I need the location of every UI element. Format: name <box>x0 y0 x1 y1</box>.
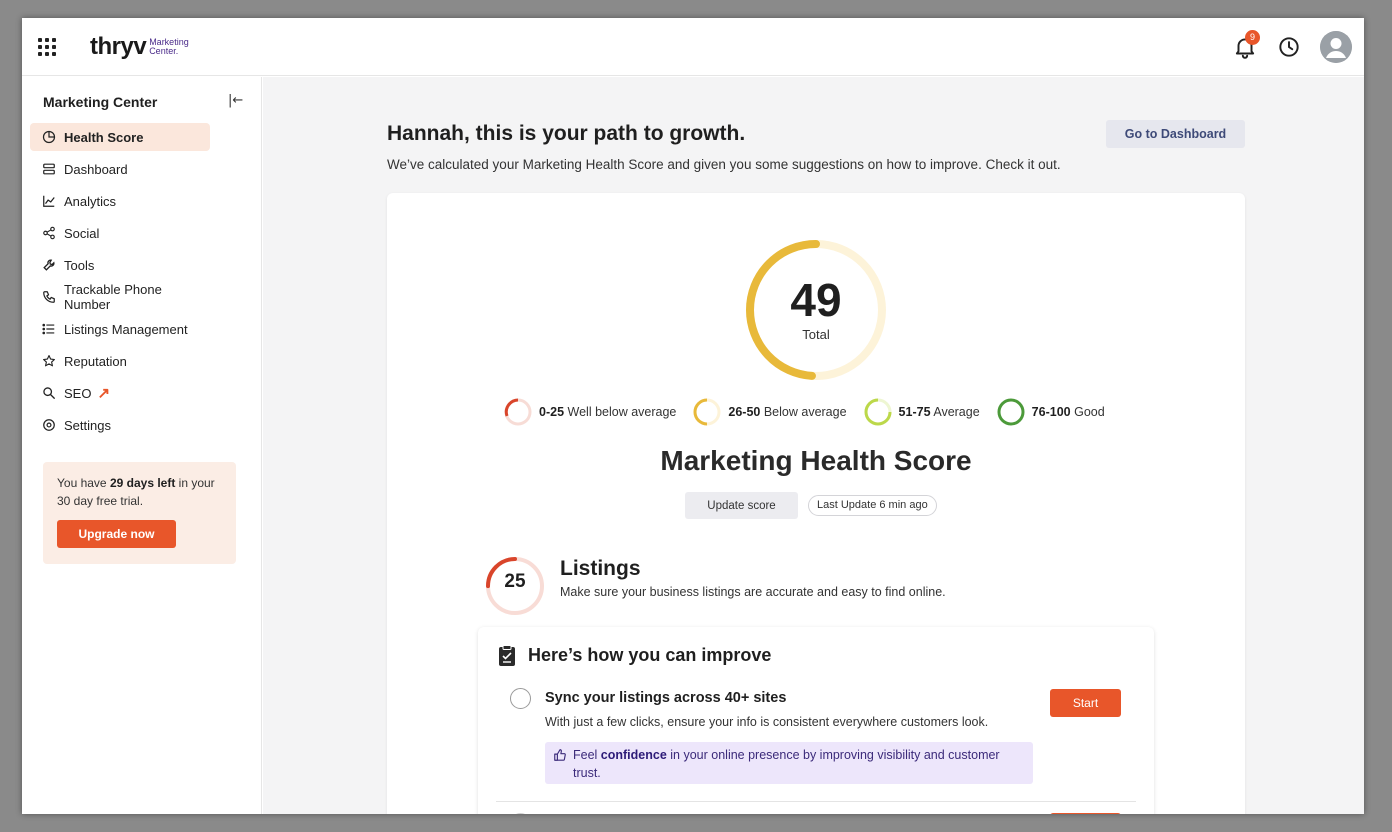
sidebar-item-settings[interactable]: Settings <box>30 411 210 439</box>
sidebar: Marketing Center |← Health Score Dashboa… <box>22 77 262 814</box>
sidebar-item-label: Tools <box>64 257 95 273</box>
start-task-button[interactable]: Start <box>1050 689 1121 717</box>
legend-ring-green <box>997 398 1025 426</box>
trial-banner: You have 29 days left in your 30 day fre… <box>43 462 236 564</box>
sidebar-item-dashboard[interactable]: Dashboard <box>30 155 210 183</box>
task-title: Sync your listings across 40+ sites <box>545 690 787 706</box>
clock-icon <box>1279 37 1299 57</box>
task-description: With just a few clicks, ensure your info… <box>545 715 989 729</box>
app-window: thryv Marketing Center. 9 Marketing Cent… <box>22 18 1364 814</box>
wrench-icon <box>42 258 56 272</box>
page-title: Hannah, this is your path to growth. <box>387 122 746 145</box>
upgrade-now-button[interactable]: Upgrade now <box>57 520 176 548</box>
app-grid-icon[interactable] <box>38 38 56 56</box>
pie-chart-icon <box>42 130 56 144</box>
user-icon <box>1320 31 1352 63</box>
sidebar-nav: Health Score Dashboard Analytics Social … <box>30 123 254 443</box>
sidebar-item-label: Social <box>64 225 100 241</box>
line-chart-icon <box>42 194 56 208</box>
stack-icon <box>42 162 56 176</box>
list-icon <box>42 322 56 336</box>
gear-icon <box>42 418 56 432</box>
sidebar-item-label: Trackable Phone Number <box>64 282 162 312</box>
sidebar-item-label: SEO <box>64 385 92 401</box>
next-start-button[interactable] <box>1050 813 1121 814</box>
top-bar: thryv Marketing Center. 9 <box>22 18 1364 76</box>
top-actions: 9 <box>1232 30 1352 64</box>
listings-subtitle: Make sure your business listings are acc… <box>560 585 946 599</box>
trending-arrow-icon: ↗ <box>97 385 111 402</box>
legend-item-below: 26-50 Below average <box>692 397 847 427</box>
sidebar-item-trackable-phone-number[interactable]: Trackable Phone Number <box>30 282 210 312</box>
search-icon <box>42 386 56 400</box>
task-complete-radio[interactable] <box>510 688 531 709</box>
sidebar-item-label: Listings Management <box>64 321 188 337</box>
total-score-label: Total <box>802 327 830 342</box>
sidebar-item-label: Health Score <box>64 129 144 145</box>
update-score-button[interactable]: Update score <box>685 492 798 519</box>
sidebar-item-analytics[interactable]: Analytics <box>30 187 210 215</box>
legend-item-average: 51-75 Average <box>863 397 980 427</box>
history-button[interactable] <box>1276 34 1302 60</box>
sidebar-item-listings-management[interactable]: Listings Management <box>30 315 210 343</box>
thumbs-up-icon <box>554 749 566 761</box>
legend-ring-red <box>504 398 532 426</box>
sidebar-item-label: Reputation <box>64 353 127 369</box>
thryv-logo[interactable]: thryv Marketing Center. <box>90 32 189 62</box>
sidebar-item-seo[interactable]: SEO ↗ <box>30 379 210 407</box>
clipboard-check-icon <box>499 645 515 666</box>
sidebar-item-label: Settings <box>64 417 111 433</box>
improve-title: Here’s how you can improve <box>528 645 772 665</box>
share-icon <box>42 226 56 240</box>
health-score-card: 49 Total 0-25 Well below average 26-50 B… <box>387 193 1245 814</box>
user-avatar[interactable] <box>1320 31 1352 63</box>
collapse-sidebar-button[interactable]: |← <box>228 93 243 108</box>
last-update-badge: Last Update 6 min ago <box>808 495 937 516</box>
sidebar-item-tools[interactable]: Tools <box>30 251 210 279</box>
go-to-dashboard-button[interactable]: Go to Dashboard <box>1106 120 1245 148</box>
phone-icon <box>42 290 56 304</box>
listings-score-value: 25 <box>504 571 526 592</box>
total-score-value: 49 <box>790 274 842 326</box>
logo-word: thryv <box>90 33 147 60</box>
legend-item-well-below: 0-25 Well below average <box>503 397 676 427</box>
logo-sub: Marketing Center. <box>149 37 189 56</box>
improve-panel: Here’s how you can improve Sync your lis… <box>478 627 1154 814</box>
sidebar-item-label: Dashboard <box>64 161 128 177</box>
next-task-radio[interactable] <box>510 813 531 814</box>
legend-ring-lime <box>864 398 892 426</box>
sidebar-item-social[interactable]: Social <box>30 219 210 247</box>
legend-ring-yellow <box>693 398 721 426</box>
task-divider <box>496 801 1136 802</box>
sidebar-title: Marketing Center <box>43 94 158 110</box>
page-subtitle: We’ve calculated your Marketing Health S… <box>387 157 1061 172</box>
legend-item-good: 76-100 Good <box>996 397 1105 427</box>
task-tip: Feel confidence in your online presence … <box>545 742 1033 784</box>
collapse-left-icon: |← <box>228 93 244 108</box>
main-content: Hannah, this is your path to growth. We’… <box>263 77 1364 814</box>
listings-title: Listings <box>560 557 641 580</box>
section-title: Marketing Health Score <box>660 445 972 476</box>
sidebar-item-health-score[interactable]: Health Score <box>30 123 210 151</box>
sidebar-item-reputation[interactable]: Reputation <box>30 347 210 375</box>
notifications-button[interactable]: 9 <box>1232 30 1260 60</box>
sidebar-item-label: Analytics <box>64 193 117 209</box>
star-icon <box>42 354 56 368</box>
score-legend: 0-25 Well below average 26-50 Below aver… <box>503 396 1105 428</box>
notification-badge: 9 <box>1245 30 1260 45</box>
trial-text: You have 29 days left in your 30 day fre… <box>57 476 215 508</box>
